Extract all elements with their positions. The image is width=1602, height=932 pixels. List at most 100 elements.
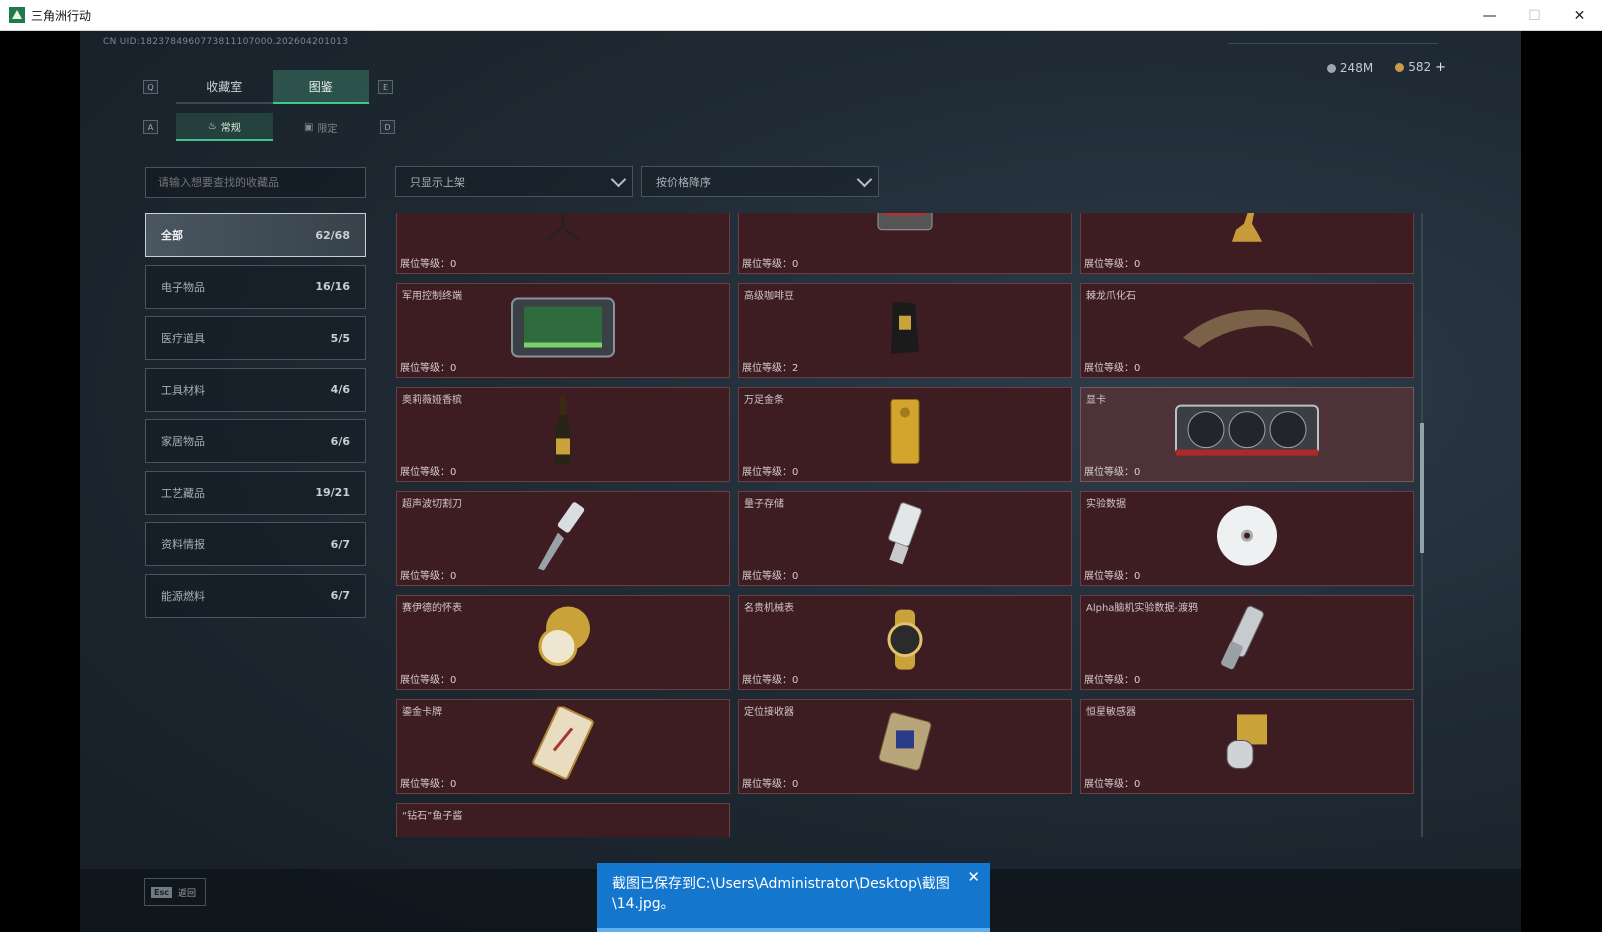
category-intel[interactable]: 资料情报 6/7 <box>145 522 366 566</box>
collectible-card[interactable]: 展位等级：0 <box>1080 213 1414 274</box>
category-energy[interactable]: 能源燃料 6/7 <box>145 573 366 618</box>
limited-icon: ▣ <box>304 121 314 133</box>
gold-bar-icon <box>888 396 922 470</box>
main-tabs: 收藏室 图鉴 <box>176 70 369 104</box>
category-count: 62/68 <box>315 228 350 242</box>
display-level-label: 展位等级： <box>1084 363 1134 374</box>
maximize-button[interactable]: ☐ <box>1512 0 1557 31</box>
category-label: 电子物品 <box>161 280 205 294</box>
item-name: 赛伊德的怀表 <box>402 603 462 614</box>
category-label: 工艺藏品 <box>161 486 205 500</box>
collectible-card[interactable]: 奥莉薇娅香槟 展位等级：0 <box>396 387 730 482</box>
key-hint-q: Q <box>143 80 158 94</box>
display-level-label: 展位等级： <box>1084 259 1134 270</box>
display-level: 展位等级：0 <box>1084 775 1140 790</box>
display-level-label: 展位等级： <box>1084 779 1134 790</box>
minimize-button[interactable]: — <box>1467 0 1512 31</box>
toast-close-button[interactable]: ✕ <box>967 867 980 887</box>
sort-dropdown[interactable]: 按价格降序 <box>641 166 879 197</box>
subtab-regular[interactable]: ♨ 常规 <box>176 113 273 141</box>
display-level-value: 0 <box>1134 571 1141 582</box>
pocket-watch-icon <box>528 602 598 680</box>
subtab-limited[interactable]: ▣ 限定 <box>273 113 370 141</box>
display-level: 展位等级：0 <box>742 567 798 582</box>
window-controls: — ☐ ✕ <box>1467 0 1602 31</box>
display-level-label: 展位等级： <box>742 675 792 686</box>
item-name: 实验数据 <box>1086 499 1126 510</box>
display-level-label: 展位等级： <box>400 779 450 790</box>
category-household[interactable]: 家居物品 6/6 <box>145 419 366 463</box>
category-electronics[interactable]: 电子物品 16/16 <box>145 264 366 309</box>
display-level-label: 展位等级： <box>400 363 450 374</box>
terminal-icon <box>508 292 618 366</box>
category-label: 资料情报 <box>161 538 205 551</box>
display-level-value: 0 <box>792 675 799 686</box>
toast-progress-bar <box>597 928 990 932</box>
sort-value: 按价格降序 <box>656 175 711 189</box>
chevron-down-icon <box>856 171 873 188</box>
decorative-line <box>1228 43 1438 44</box>
display-level: 展位等级：2 <box>742 359 798 374</box>
collectible-card[interactable]: 名贵机械表 展位等级：0 <box>738 595 1072 690</box>
cutter-icon <box>528 498 598 576</box>
scrollbar-thumb[interactable] <box>1420 423 1424 553</box>
user-uid: CN UID:1823784960773811107000.2026042010… <box>103 37 349 47</box>
silver-amount: 248M <box>1339 60 1374 75</box>
add-currency-button[interactable]: + <box>1435 60 1446 75</box>
display-level: 展位等级：0 <box>1084 463 1140 478</box>
collectible-card[interactable]: 棘龙爪化石 展位等级：0 <box>1080 283 1414 378</box>
tab-collection-room[interactable]: 收藏室 <box>176 70 273 104</box>
item-name: 奥莉薇娅香槟 <box>402 395 462 406</box>
display-level: 展位等级：0 <box>400 567 456 582</box>
back-button[interactable]: Esc 返回 <box>144 878 206 906</box>
collectible-card[interactable]: 鎏金卡牌 展位等级：0 <box>396 699 730 794</box>
display-level: 展位等级：0 <box>400 671 456 686</box>
category-label: 家居物品 <box>161 435 205 448</box>
tab-catalog[interactable]: 图鉴 <box>272 70 369 104</box>
collectible-card[interactable]: “钻石”鱼子酱 <box>396 803 730 837</box>
item-name: 高级咖啡豆 <box>744 291 794 302</box>
collectible-card[interactable]: 超声波切割刀 展位等级：0 <box>396 491 730 586</box>
display-level-value: 0 <box>450 779 457 790</box>
display-level-label: 展位等级： <box>742 363 792 374</box>
search-input[interactable] <box>145 167 366 198</box>
category-tools[interactable]: 工具材料 4/6 <box>145 367 366 412</box>
gold-deer-icon <box>1212 213 1282 257</box>
display-level-value: 0 <box>450 259 457 270</box>
game-viewport: CN UID:1823784960773811107000.2026042010… <box>80 31 1521 932</box>
champagne-icon <box>551 394 575 472</box>
collectible-card[interactable]: 高级咖啡豆展位等级：2 <box>738 283 1072 378</box>
category-medical[interactable]: 医疗道具 5/5 <box>145 316 366 360</box>
collectible-card[interactable]: Alpha脑机实验数据-渡鸦 展位等级：0 <box>1080 595 1414 690</box>
collectible-card[interactable]: 赛伊德的怀表展位等级：0 <box>396 595 730 690</box>
item-name: 万足金条 <box>744 395 784 406</box>
collectible-card[interactable]: 实验数据 展位等级：0 <box>1080 491 1414 586</box>
collectible-card[interactable]: 恒星敏感器 展位等级：0 <box>1080 699 1414 794</box>
display-level-value: 0 <box>1134 467 1141 478</box>
collectible-card[interactable]: 展位等级：0 <box>738 213 1072 274</box>
item-name: 量子存储 <box>744 499 784 510</box>
collectible-card[interactable]: 展位等级：0 <box>396 213 730 274</box>
display-level: 展位等级：0 <box>1084 255 1140 270</box>
collectible-card[interactable]: 定位接收器 展位等级：0 <box>738 699 1072 794</box>
category-all[interactable]: 全部 62/68 <box>145 213 366 257</box>
collectible-card[interactable]: 军用控制终端 展位等级：0 <box>396 283 730 378</box>
toast-message: 截图已保存到C:\Users\Administrator\Desktop\截图\… <box>612 876 950 912</box>
item-name: 军用控制终端 <box>402 291 462 302</box>
flame-icon: ♨ <box>207 120 217 132</box>
shelf-filter-dropdown[interactable]: 只显示上架 <box>395 166 633 197</box>
tv-icon <box>870 213 940 257</box>
collectible-card[interactable]: 显卡 展位等级：0 <box>1080 387 1414 482</box>
category-count: 6/7 <box>330 537 350 551</box>
close-window-button[interactable]: ✕ <box>1557 0 1602 31</box>
coffee-bag-icon <box>885 297 925 361</box>
currency-display: 248M 582 + <box>1326 60 1446 75</box>
category-count: 6/6 <box>330 434 350 448</box>
category-label: 能源燃料 <box>161 589 205 603</box>
display-level-value: 0 <box>1134 363 1141 374</box>
collectible-card[interactable]: 万足金条 展位等级：0 <box>738 387 1072 482</box>
category-label: 医疗道具 <box>161 332 205 345</box>
category-crafts[interactable]: 工艺藏品 19/21 <box>145 470 366 515</box>
category-count: 5/5 <box>330 331 350 345</box>
collectible-card[interactable]: 量子存储展位等级：0 <box>738 491 1072 586</box>
